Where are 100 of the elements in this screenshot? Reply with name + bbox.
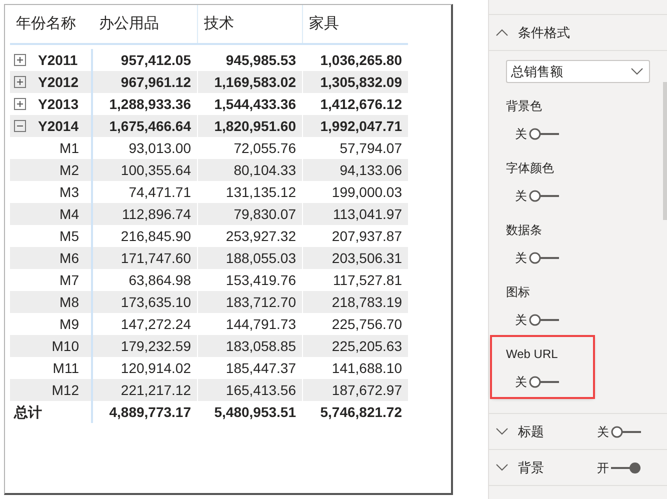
option-label: 数据条 bbox=[506, 223, 542, 237]
row-header: M8 bbox=[60, 292, 79, 312]
column-header[interactable]: 家具 bbox=[309, 15, 339, 32]
table-cell-text: 93,013.00 bbox=[128, 138, 191, 158]
expand-icon[interactable] bbox=[14, 98, 26, 110]
table-cell-text: 221,217.12 bbox=[120, 380, 191, 400]
row-header: M10 bbox=[52, 336, 79, 356]
table-cell-text: 183,712.70 bbox=[226, 292, 296, 312]
table-cell-text: 1,992,047.71 bbox=[320, 116, 402, 136]
table-cell-text: 225,205.63 bbox=[332, 336, 402, 356]
toggle-switch[interactable] bbox=[529, 252, 559, 264]
toggle-switch[interactable] bbox=[611, 426, 641, 438]
table-cell-text: 74,471.71 bbox=[128, 182, 191, 202]
table-cell-text: 253,927.32 bbox=[226, 226, 296, 246]
toggle-switch[interactable] bbox=[611, 462, 641, 474]
table-cell-text: 113,041.97 bbox=[332, 204, 402, 224]
toggle-label: 关 bbox=[515, 188, 527, 205]
table-cell-text: 1,169,583.02 bbox=[214, 72, 296, 92]
column-header[interactable]: 技术 bbox=[204, 15, 234, 32]
table-cell-text: 57,794.07 bbox=[340, 138, 402, 158]
table-cell-text: 199,000.03 bbox=[332, 182, 402, 202]
row-header: M6 bbox=[60, 248, 79, 268]
table-cell-text: 1,412,676.12 bbox=[320, 94, 402, 114]
toggle-label: 开 bbox=[597, 460, 609, 476]
chevron-down-icon bbox=[631, 68, 643, 75]
table-cell-text: 171,747.60 bbox=[120, 248, 191, 268]
row-header: Y2013 bbox=[38, 94, 78, 114]
chevron-down-icon[interactable] bbox=[496, 428, 508, 435]
toggle-switch[interactable] bbox=[529, 314, 559, 326]
table-cell-text: 144,791.73 bbox=[226, 314, 296, 334]
table-cell-text: 153,419.76 bbox=[226, 270, 296, 290]
table-cell-text: 1,820,951.60 bbox=[214, 116, 296, 136]
row-header: M9 bbox=[60, 314, 79, 334]
toggle-label: 关 bbox=[515, 126, 527, 143]
scrollbar[interactable] bbox=[663, 82, 667, 220]
table-cell-text: 165,413.56 bbox=[226, 380, 296, 400]
option-label: 图标 bbox=[506, 285, 530, 299]
section-title[interactable]: 背景 bbox=[518, 458, 597, 478]
section-title[interactable]: 条件格式 bbox=[518, 22, 570, 42]
table-cell-text: 117,527.81 bbox=[332, 270, 402, 290]
table-cell-text: 1,036,265.80 bbox=[320, 50, 402, 70]
row-header: Y2011 bbox=[38, 50, 78, 70]
table-cell-text: 94,133.06 bbox=[340, 160, 402, 180]
toggle-label: 关 bbox=[515, 250, 527, 267]
table-cell-text: 72,055.76 bbox=[234, 138, 296, 158]
table-cell-text: 185,447.37 bbox=[226, 358, 296, 378]
row-header: M1 bbox=[60, 138, 79, 158]
table-cell-text: 4,889,773.17 bbox=[109, 402, 191, 422]
table-cell-text: 225,756.70 bbox=[332, 314, 402, 334]
table-cell-text: 120,914.02 bbox=[120, 358, 191, 378]
table-cell-text: 141,688.10 bbox=[332, 358, 402, 378]
expand-icon[interactable] bbox=[14, 76, 26, 88]
chevron-up-icon[interactable] bbox=[496, 29, 508, 36]
chevron-down-icon[interactable] bbox=[496, 464, 508, 471]
option-label: 字体颜色 bbox=[506, 161, 554, 175]
collapse-icon[interactable] bbox=[14, 120, 26, 132]
toggle-switch[interactable] bbox=[529, 128, 559, 140]
row-header: M3 bbox=[60, 182, 79, 202]
toggle-label: 关 bbox=[515, 374, 527, 391]
table-cell-text: 187,672.97 bbox=[332, 380, 402, 400]
row-header: M11 bbox=[52, 358, 79, 378]
table-cell-text: 1,675,466.64 bbox=[109, 116, 191, 136]
table-cell-text: 945,985.53 bbox=[226, 50, 296, 70]
toggle-switch[interactable] bbox=[529, 190, 559, 202]
table-cell-text: 173,635.10 bbox=[120, 292, 191, 312]
table-cell-text: 216,845.90 bbox=[120, 226, 191, 246]
table-cell-text: 5,480,953.51 bbox=[214, 402, 296, 422]
table-cell-text: 967,961.12 bbox=[120, 72, 191, 92]
option-label: Web URL bbox=[506, 347, 558, 361]
option-label: 背景色 bbox=[506, 99, 542, 113]
table-cell-text: 1,544,433.36 bbox=[214, 94, 296, 114]
table-cell-text: 188,055.03 bbox=[226, 248, 296, 268]
table-cell-text: 131,135.12 bbox=[226, 182, 296, 202]
table-cell-text: 147,272.24 bbox=[120, 314, 191, 334]
table-cell-text: 63,864.98 bbox=[128, 270, 191, 290]
row-header: M12 bbox=[52, 380, 79, 400]
total-label: 总计 bbox=[14, 402, 42, 422]
expand-icon[interactable] bbox=[14, 54, 26, 66]
table-cell-text: 183,058.85 bbox=[226, 336, 296, 356]
column-header[interactable]: 年份名称 bbox=[16, 15, 76, 32]
toggle-label: 关 bbox=[597, 424, 609, 440]
table-cell-text: 80,104.33 bbox=[234, 160, 296, 180]
field-dropdown[interactable]: 总销售额 bbox=[506, 60, 650, 83]
table-cell-text: 218,783.19 bbox=[332, 292, 402, 312]
table-cell-text: 1,288,933.36 bbox=[109, 94, 191, 114]
table-cell-text: 100,355.64 bbox=[120, 160, 191, 180]
column-header[interactable]: 办公用品 bbox=[99, 15, 159, 32]
toggle-label: 关 bbox=[515, 312, 527, 329]
row-header: M2 bbox=[60, 160, 79, 180]
row-header: M5 bbox=[60, 226, 79, 246]
section-title[interactable]: 标题 bbox=[518, 422, 597, 442]
toggle-switch[interactable] bbox=[529, 376, 559, 388]
row-header: Y2014 bbox=[38, 116, 78, 136]
row-header: M7 bbox=[60, 270, 79, 290]
table-cell-text: 203,506.31 bbox=[332, 248, 402, 268]
table-cell-text: 5,746,821.72 bbox=[320, 402, 402, 422]
table-cell-text: 1,305,832.09 bbox=[320, 72, 402, 92]
table-cell-text: 207,937.87 bbox=[332, 226, 402, 246]
row-header: M4 bbox=[60, 204, 79, 224]
table-cell-text: 79,830.07 bbox=[234, 204, 296, 224]
